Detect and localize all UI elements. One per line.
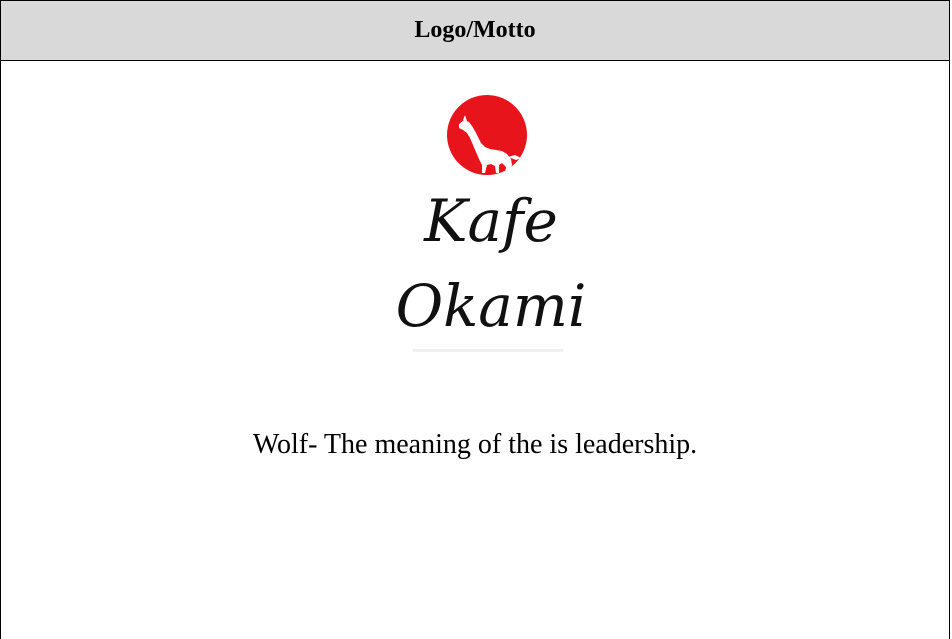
table-header: Logo/Motto bbox=[1, 1, 949, 61]
header-title: Logo/Motto bbox=[414, 17, 536, 43]
logo-graphic: Kafe Okami bbox=[396, 95, 587, 352]
wordmark-kafe: Kafe bbox=[423, 187, 558, 255]
wordmark-okami: Okami bbox=[396, 272, 587, 340]
kafe-okami-logo: Kafe Okami bbox=[381, 91, 601, 361]
motto-text: Wolf- The meaning of the is leadership. bbox=[252, 429, 698, 460]
logo-motto-table: Logo/Motto Kafe Okami Wolf- The meaning … bbox=[0, 0, 950, 639]
logo-underline bbox=[413, 349, 563, 352]
